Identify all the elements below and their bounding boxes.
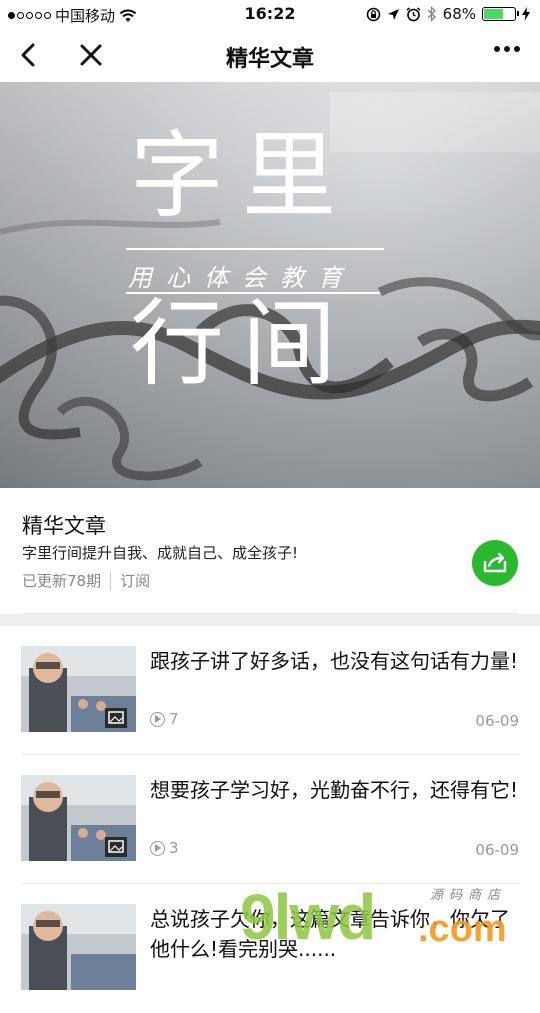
banner-title-line1: 字里 <box>130 122 355 231</box>
article-title: 总说孩子欠你，这篇文章告诉你，你欠了他什么!看完别哭...... <box>150 907 510 961</box>
list-item[interactable]: 跟孩子讲了好多话，也没有这句话有力量! 7 06-09 <box>0 626 540 755</box>
album-info: 精华文章 字里行间提升自我、成就自己、成全孩子! 已更新78期 订阅 <box>0 488 540 614</box>
article-title: 想要孩子学习好，光勤奋不行，还得有它! <box>150 778 519 802</box>
album-cover-banner: 字里 用心体会教育 行间 <box>0 82 540 488</box>
article-thumbnail <box>21 775 136 861</box>
play-count-icon <box>150 840 165 856</box>
banner-divider-top <box>126 248 384 250</box>
article-thumbnail <box>21 646 136 732</box>
article-title: 跟孩子讲了好多话，也没有这句话有力量! <box>150 649 519 673</box>
view-count: 3 <box>150 839 179 857</box>
banner-title-line2: 行间 <box>130 290 355 399</box>
status-right: 68% <box>366 5 530 23</box>
album-description: 字里行间提升自我、成就自己、成全孩子! <box>22 544 299 562</box>
meta-separator <box>110 571 112 590</box>
alarm-icon <box>406 6 421 21</box>
banner-subtitle: 用心体会教育 <box>128 264 356 292</box>
location-icon <box>387 8 399 20</box>
article-thumbnail <box>21 904 136 990</box>
list-item[interactable]: 总说孩子欠你，这篇文章告诉你，你欠了他什么!看完别哭...... <box>0 884 540 1013</box>
list-item[interactable]: 想要孩子学习好，光勤奋不行，还得有它! 3 06-09 <box>0 755 540 884</box>
article-date: 06-09 <box>475 712 519 730</box>
share-icon <box>483 552 507 573</box>
play-count-icon <box>150 711 165 727</box>
status-bar: 中国移动 16:22 68% <box>0 0 540 28</box>
album-meta: 已更新78期 订阅 <box>22 570 150 591</box>
lock-rotation-icon <box>366 7 380 21</box>
more-dots-icon <box>494 46 500 52</box>
charging-icon <box>522 7 530 21</box>
battery-percent: 68% <box>442 5 476 23</box>
section-gap <box>0 614 540 626</box>
bluetooth-icon <box>427 6 436 22</box>
page-title: 精华文章 <box>225 47 314 72</box>
battery-icon <box>482 7 519 21</box>
banner-title-area: 字里 用心体会教育 行间 <box>0 82 540 488</box>
article-date: 06-09 <box>475 841 519 859</box>
view-count: 7 <box>150 710 179 728</box>
article-list: 跟孩子讲了好多话，也没有这句话有力量! 7 06-09 想要孩子学习好，光勤奋不… <box>0 626 540 1013</box>
share-button[interactable] <box>472 540 518 586</box>
more-button[interactable] <box>494 46 520 52</box>
nav-bar: 精华文章 <box>0 28 540 82</box>
update-count: 已更新78期 <box>22 572 102 590</box>
album-name: 精华文章 <box>22 514 106 538</box>
subscribe-link[interactable]: 订阅 <box>120 570 150 591</box>
